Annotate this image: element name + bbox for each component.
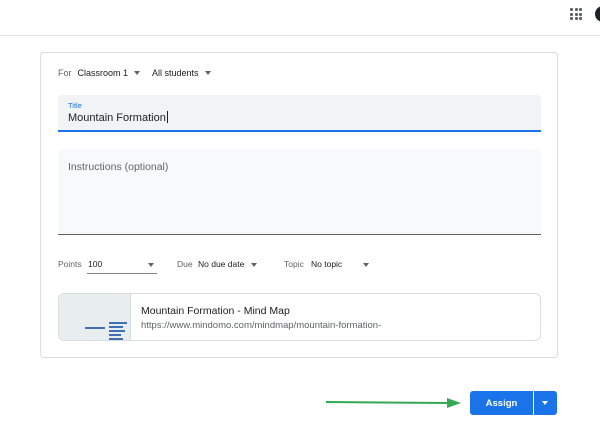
text-cursor <box>166 111 168 123</box>
caret-down-icon[interactable] <box>148 263 154 267</box>
points-label: Points <box>58 259 82 269</box>
topic-label: Topic <box>284 259 304 269</box>
instructions-input[interactable]: Instructions (optional) <box>58 149 541 235</box>
title-text: Mountain Formation <box>68 112 166 124</box>
top-bar <box>0 0 600 36</box>
apps-grid-icon[interactable] <box>570 8 582 20</box>
caret-down-icon <box>134 71 141 75</box>
students-dropdown[interactable]: All students <box>152 68 211 78</box>
mindmap-thumb-bar <box>109 322 127 324</box>
for-row: For Classroom 1 All students <box>58 68 223 78</box>
students-dropdown-value: All students <box>152 68 199 78</box>
assignment-form-card: For Classroom 1 All students Title Mount… <box>40 52 558 358</box>
avatar[interactable] <box>595 6 600 22</box>
title-input-label: Title <box>68 101 82 110</box>
caret-down-icon <box>542 401 548 405</box>
points-underline <box>87 273 157 274</box>
assign-dropdown-button[interactable] <box>534 391 557 415</box>
assign-button[interactable]: Assign <box>470 391 533 415</box>
due-dropdown[interactable]: No due date <box>198 259 244 269</box>
attachment-title: Mountain Formation - Mind Map <box>141 305 290 317</box>
attachment-url: https://www.mindomo.com/mindmap/mountain… <box>141 320 382 331</box>
mindmap-thumb-bar <box>109 326 123 328</box>
attachment-thumbnail <box>59 294 131 340</box>
topic-dropdown[interactable]: No topic <box>311 259 342 269</box>
title-input-value: Mountain Formation <box>68 111 168 124</box>
class-dropdown[interactable]: Classroom 1 <box>78 68 141 78</box>
mindmap-thumb-bar <box>109 338 123 340</box>
options-row: Points 100 Due No due date Topic No topi… <box>58 259 541 274</box>
for-label: For <box>58 68 72 78</box>
arrow-right-icon <box>326 398 461 408</box>
caret-down-icon[interactable] <box>363 263 369 267</box>
instructions-placeholder: Instructions (optional) <box>68 161 169 173</box>
caret-down-icon <box>204 71 211 75</box>
due-label: Due <box>177 259 193 269</box>
mindmap-thumb-bar <box>85 327 105 329</box>
class-dropdown-value: Classroom 1 <box>77 68 129 78</box>
attachment-card[interactable]: Mountain Formation - Mind Map https://ww… <box>58 293 541 341</box>
caret-down-icon[interactable] <box>251 263 257 267</box>
mindmap-thumb-bar <box>109 330 125 332</box>
points-dropdown[interactable]: 100 <box>88 259 102 269</box>
title-input[interactable]: Title Mountain Formation <box>58 95 541 132</box>
mindmap-thumb-bar <box>109 334 121 336</box>
